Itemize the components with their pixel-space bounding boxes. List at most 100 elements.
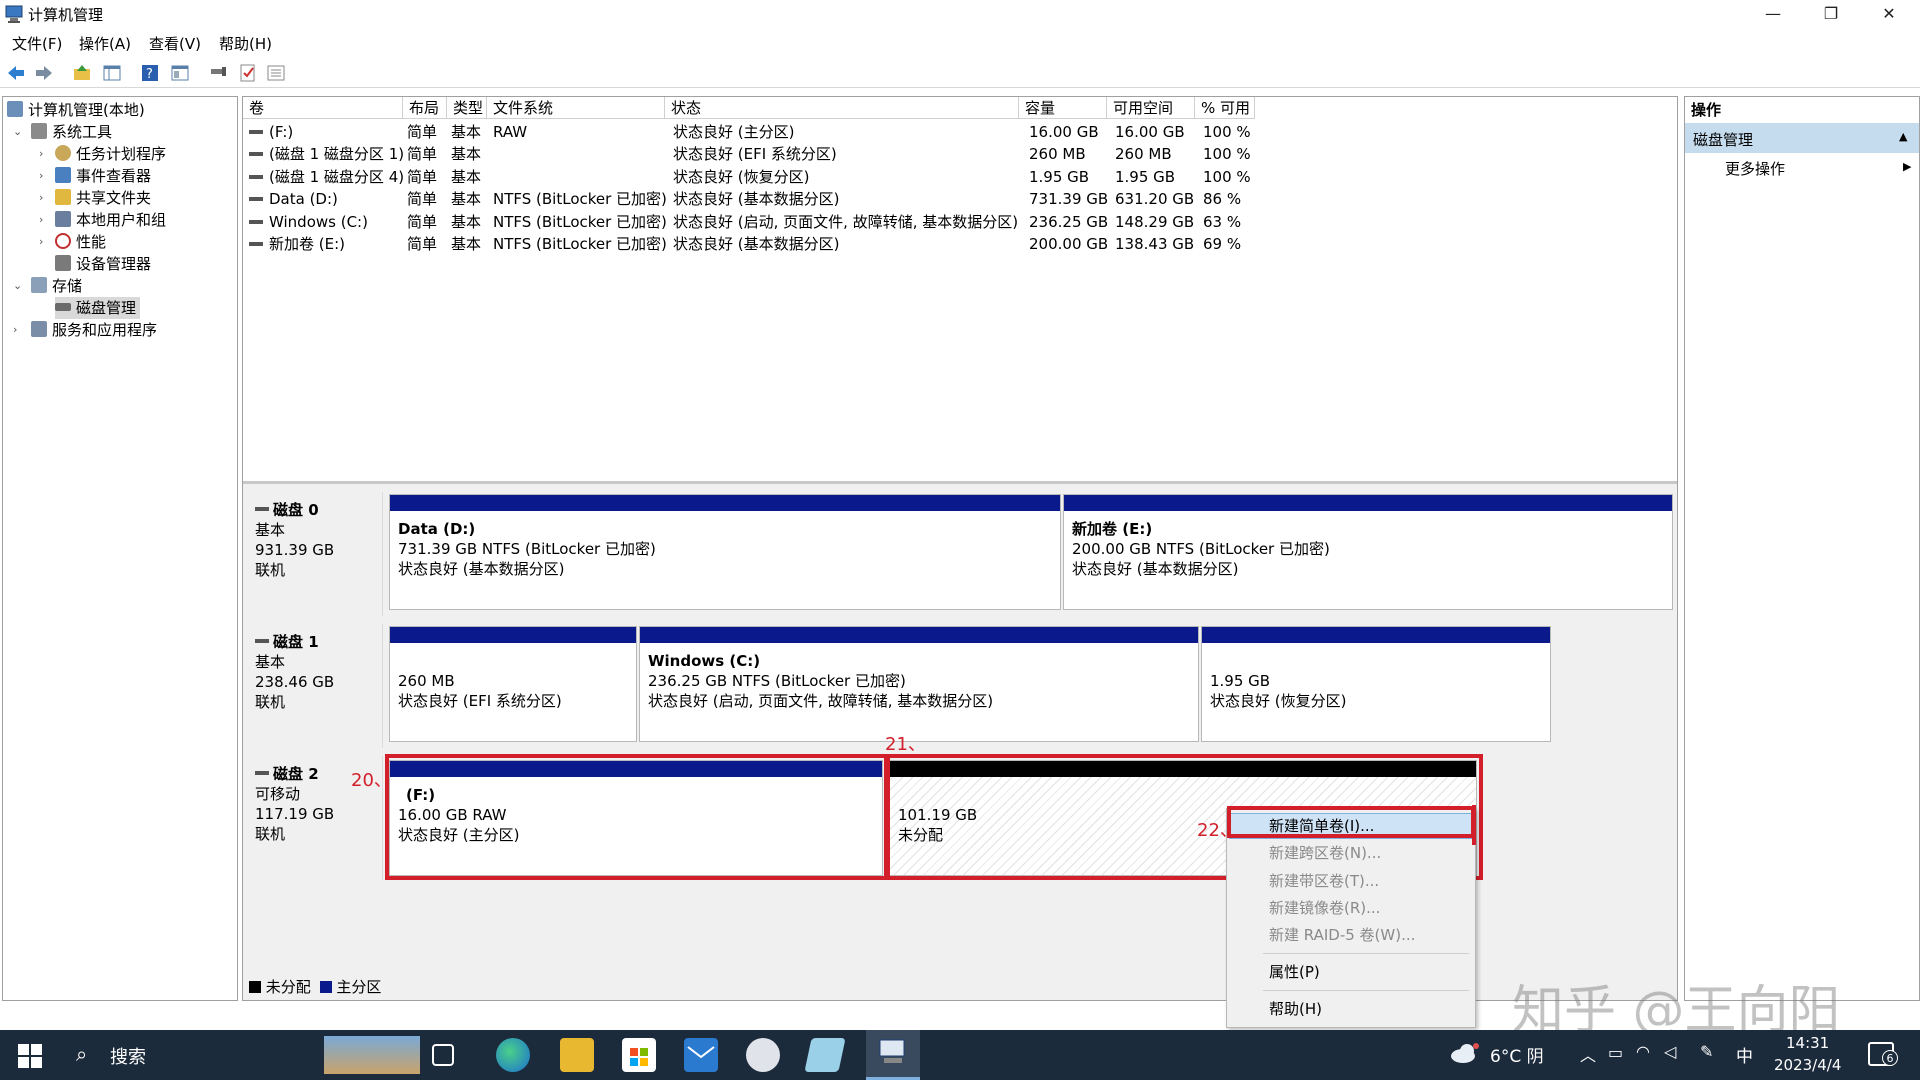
tree-item-performance[interactable]: 性能 [55, 231, 106, 253]
paint-icon[interactable] [746, 1038, 780, 1072]
connect-icon[interactable] [208, 63, 228, 83]
menu-properties[interactable]: 属性(P) [1269, 960, 1320, 984]
table-cell: 86 % [1203, 190, 1242, 209]
storage-icon [31, 277, 47, 293]
chevron-up-icon[interactable]: ︿ [1580, 1042, 1596, 1066]
tree-item-shared-folders[interactable]: 共享文件夹 [55, 187, 151, 209]
notification-center-icon[interactable]: 6 [1868, 1042, 1898, 1066]
collapse-icon[interactable]: ▲ [1899, 130, 1907, 143]
disk-1-label[interactable]: 磁盘 1 基本 238.46 GB 联机 [245, 624, 383, 748]
chevron-right-icon[interactable]: › [39, 213, 43, 226]
computer-management-taskbar-icon[interactable] [866, 1030, 920, 1080]
column-header-volume[interactable]: 卷 [243, 97, 403, 119]
column-header-capacity[interactable]: 容量 [1019, 97, 1107, 119]
mail-icon[interactable] [684, 1038, 718, 1072]
minimize-button[interactable]: — [1744, 0, 1802, 28]
checklist-icon[interactable] [238, 63, 258, 83]
menu-view[interactable]: 查看(V) [149, 33, 201, 54]
close-button[interactable]: ✕ [1860, 0, 1918, 28]
up-folder-icon[interactable] [72, 63, 92, 83]
menu-help[interactable]: 帮助(H) [1269, 997, 1322, 1021]
volume-icon [249, 242, 263, 246]
wifi-icon[interactable]: ◠ [1636, 1042, 1650, 1061]
tree-item-storage[interactable]: 存储 [31, 275, 82, 297]
partition-new-volume-e[interactable]: 新加卷 (E:) 200.00 GB NTFS (BitLocker 已加密) … [1063, 494, 1673, 610]
start-windows-icon[interactable] [18, 1044, 42, 1068]
chevron-right-icon[interactable]: › [39, 235, 43, 248]
table-cell: 631.20 GB [1115, 190, 1195, 209]
disk-0-label[interactable]: 磁盘 0 基本 931.39 GB 联机 [245, 492, 383, 616]
menu-action[interactable]: 操作(A) [79, 33, 131, 54]
clock-date[interactable]: 2023/4/4 [1774, 1056, 1841, 1074]
tree-item-disk-management[interactable]: 磁盘管理 [55, 297, 141, 319]
column-header-free-space[interactable]: 可用空间 [1107, 97, 1195, 119]
properties-icon[interactable] [266, 63, 286, 83]
partition-efi[interactable]: 260 MB 状态良好 (EFI 系统分区) [389, 626, 637, 742]
notes-icon[interactable] [804, 1038, 846, 1072]
table-cell[interactable]: Windows (C:) [269, 211, 368, 233]
table-cell[interactable]: 新加卷 (E:) [269, 233, 345, 255]
table-cell[interactable]: Data (D:) [269, 188, 338, 210]
table-cell[interactable]: (磁盘 1 磁盘分区 4) [269, 166, 404, 188]
partition-data-d[interactable]: Data (D:) 731.39 GB NTFS (BitLocker 已加密)… [389, 494, 1061, 610]
clock-time[interactable]: 14:31 [1786, 1034, 1829, 1052]
weather-text[interactable]: 6°C 阴 [1490, 1042, 1544, 1067]
tree-label: 设备管理器 [76, 255, 152, 273]
tree-item-root[interactable]: 计算机管理(本地) [7, 99, 145, 121]
table-cell[interactable]: (F:) [269, 121, 293, 143]
partition-recovery[interactable]: 1.95 GB 状态良好 (恢复分区) [1201, 626, 1551, 742]
more-actions-item[interactable]: 更多操作 ▶ [1685, 155, 1919, 181]
file-explorer-icon[interactable] [560, 1038, 594, 1072]
clock-icon [55, 145, 71, 161]
taskbar-search-box[interactable]: ⌕ 搜索 [62, 1030, 422, 1080]
weather-cloud-icon[interactable] [1450, 1042, 1480, 1064]
device-manager-icon [55, 255, 71, 271]
help-icon[interactable]: ? [140, 63, 160, 83]
pen-icon[interactable]: ✎ [1700, 1042, 1713, 1061]
column-header-filesystem[interactable]: 文件系统 [487, 97, 665, 119]
forward-icon[interactable] [34, 63, 54, 83]
tree-item-system-tools[interactable]: 系统工具 [31, 121, 112, 143]
menu-file[interactable]: 文件(F) [12, 33, 62, 54]
partition-windows-c[interactable]: Windows (C:) 236.25 GB NTFS (BitLocker 已… [639, 626, 1199, 742]
back-icon[interactable] [6, 63, 26, 83]
tree-item-event-viewer[interactable]: 事件查看器 [55, 165, 151, 187]
actions-section-disk-management[interactable]: 磁盘管理 ▲ [1685, 123, 1919, 153]
chevron-right-icon[interactable]: › [39, 147, 43, 160]
console-icon[interactable] [170, 63, 190, 83]
column-header-status[interactable]: 状态 [665, 97, 1019, 119]
ime-indicator[interactable]: 中 [1736, 1042, 1753, 1067]
disk-size: 931.39 GB [255, 541, 335, 559]
microsoft-store-icon[interactable] [622, 1038, 656, 1072]
restore-button[interactable]: ❐ [1802, 0, 1860, 28]
legend-unallocated: 未分配 [265, 978, 311, 996]
chevron-right-icon[interactable]: › [39, 191, 43, 204]
column-header-percent-free[interactable]: % 可用 [1195, 97, 1255, 119]
menu-new-simple-volume[interactable]: 新建简单卷(I)... [1269, 814, 1374, 838]
shared-folder-icon [55, 189, 71, 205]
menu-new-striped-volume[interactable]: 新建带区卷(T)... [1269, 869, 1379, 893]
edge-browser-icon[interactable] [496, 1038, 530, 1072]
column-header-layout[interactable]: 布局 [403, 97, 447, 119]
chevron-right-icon[interactable]: › [39, 169, 43, 182]
tree-item-device-manager[interactable]: 设备管理器 [55, 253, 151, 275]
tree-item-local-users[interactable]: 本地用户和组 [55, 209, 166, 231]
battery-icon[interactable]: ▭ [1608, 1043, 1623, 1062]
menu-new-spanned-volume[interactable]: 新建跨区卷(N)... [1269, 841, 1381, 865]
show-hide-tree-icon[interactable] [102, 63, 122, 83]
partition-f[interactable]: (F:) 16.00 GB RAW 状态良好 (主分区) [389, 760, 883, 876]
tree-item-services-apps[interactable]: 服务和应用程序 [31, 319, 157, 341]
column-header-type[interactable]: 类型 [447, 97, 487, 119]
menu-help[interactable]: 帮助(H) [219, 33, 272, 54]
chevron-down-icon[interactable]: ⌄ [13, 125, 22, 138]
table-cell[interactable]: (磁盘 1 磁盘分区 1) [269, 143, 404, 165]
chevron-down-icon[interactable]: ⌄ [13, 279, 22, 292]
menu-new-mirrored-volume[interactable]: 新建镜像卷(R)... [1269, 896, 1380, 920]
tree-item-task-scheduler[interactable]: 任务计划程序 [55, 143, 166, 165]
partition-status: 状态良好 (基本数据分区) [1072, 560, 1239, 578]
chevron-right-icon[interactable]: › [13, 323, 17, 336]
menu-new-raid5-volume[interactable]: 新建 RAID-5 卷(W)... [1269, 923, 1415, 947]
primary-partition-bar [390, 627, 636, 643]
task-view-icon[interactable] [432, 1044, 454, 1066]
speaker-icon[interactable]: ◁ [1664, 1042, 1676, 1061]
